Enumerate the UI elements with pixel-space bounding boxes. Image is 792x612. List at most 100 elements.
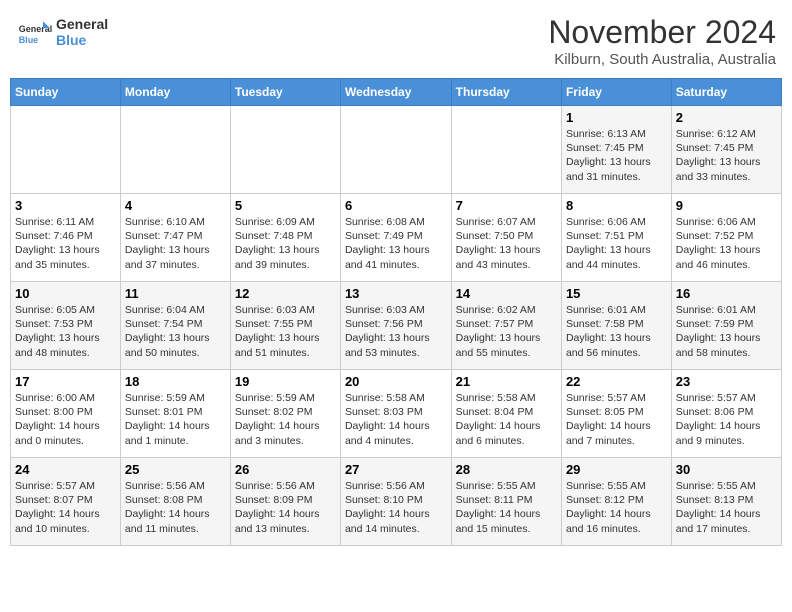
- calendar-cell: 7 Sunrise: 6:07 AMSunset: 7:50 PMDaylight…: [451, 194, 561, 282]
- calendar-cell: 2 Sunrise: 6:12 AMSunset: 7:45 PMDaylight…: [671, 106, 781, 194]
- calendar-cell: 6 Sunrise: 6:08 AMSunset: 7:49 PMDaylight…: [340, 194, 451, 282]
- calendar-cell: 5 Sunrise: 6:09 AMSunset: 7:48 PMDaylight…: [230, 194, 340, 282]
- day-info: Sunrise: 5:57 AMSunset: 8:05 PMDaylight:…: [566, 391, 667, 448]
- day-number: 9: [676, 198, 777, 213]
- calendar-cell: [451, 106, 561, 194]
- calendar-cell: [340, 106, 451, 194]
- day-info: Sunrise: 6:12 AMSunset: 7:45 PMDaylight:…: [676, 127, 777, 184]
- day-number: 13: [345, 286, 447, 301]
- day-info: Sunrise: 6:03 AMSunset: 7:56 PMDaylight:…: [345, 303, 447, 360]
- calendar-cell: 1Sunrise: 6:13 AMSunset: 7:45 PMDaylight…: [561, 106, 671, 194]
- day-number: 14: [456, 286, 557, 301]
- calendar-cell: 19Sunrise: 5:59 AMSunset: 8:02 PMDayligh…: [230, 370, 340, 458]
- calendar-cell: 20 Sunrise: 5:58 AMSunset: 8:03 PMDayligh…: [340, 370, 451, 458]
- day-number: 11: [125, 286, 226, 301]
- calendar-cell: [230, 106, 340, 194]
- day-number: 7: [456, 198, 557, 213]
- logo-icon: General Blue: [16, 14, 52, 50]
- calendar-cell: 28 Sunrise: 5:55 AMSunset: 8:11 PMDayligh…: [451, 458, 561, 546]
- header-sunday: Sunday: [11, 79, 121, 106]
- day-info: Sunrise: 6:04 AMSunset: 7:54 PMDaylight:…: [125, 303, 226, 360]
- title-block: November 2024 Kilburn, South Australia, …: [548, 14, 776, 68]
- header-wednesday: Wednesday: [340, 79, 451, 106]
- day-info: Sunrise: 6:08 AMSunset: 7:49 PMDaylight:…: [345, 215, 447, 272]
- day-info: Sunrise: 5:55 AMSunset: 8:11 PMDaylight:…: [456, 479, 557, 536]
- day-info: Sunrise: 5:57 AMSunset: 8:06 PMDaylight:…: [676, 391, 777, 448]
- day-info: Sunrise: 6:10 AMSunset: 7:47 PMDaylight:…: [125, 215, 226, 272]
- day-number: 1: [566, 110, 667, 125]
- calendar-cell: 26Sunrise: 5:56 AMSunset: 8:09 PMDayligh…: [230, 458, 340, 546]
- day-number: 25: [125, 462, 226, 477]
- day-info: Sunrise: 6:06 AMSunset: 7:51 PMDaylight:…: [566, 215, 667, 272]
- day-number: 23: [676, 374, 777, 389]
- calendar-cell: 9 Sunrise: 6:06 AMSunset: 7:52 PMDaylight…: [671, 194, 781, 282]
- day-number: 30: [676, 462, 777, 477]
- day-number: 10: [15, 286, 116, 301]
- day-number: 21: [456, 374, 557, 389]
- day-info: Sunrise: 5:56 AMSunset: 8:08 PMDaylight:…: [125, 479, 226, 536]
- day-number: 4: [125, 198, 226, 213]
- svg-text:Blue: Blue: [19, 35, 39, 45]
- calendar-cell: 25 Sunrise: 5:56 AMSunset: 8:08 PMDayligh…: [120, 458, 230, 546]
- header-friday: Friday: [561, 79, 671, 106]
- day-number: 12: [235, 286, 336, 301]
- calendar-cell: 22 Sunrise: 5:57 AMSunset: 8:05 PMDayligh…: [561, 370, 671, 458]
- day-number: 26: [235, 462, 336, 477]
- day-info: Sunrise: 6:01 AMSunset: 7:59 PMDaylight:…: [676, 303, 777, 360]
- calendar-cell: 11 Sunrise: 6:04 AMSunset: 7:54 PMDayligh…: [120, 282, 230, 370]
- day-info: Sunrise: 5:59 AMSunset: 8:02 PMDaylight:…: [235, 391, 336, 448]
- day-number: 5: [235, 198, 336, 213]
- day-number: 27: [345, 462, 447, 477]
- day-info: Sunrise: 5:56 AMSunset: 8:10 PMDaylight:…: [345, 479, 447, 536]
- calendar-cell: [11, 106, 121, 194]
- calendar-cell: 27 Sunrise: 5:56 AMSunset: 8:10 PMDayligh…: [340, 458, 451, 546]
- day-info: Sunrise: 5:58 AMSunset: 8:03 PMDaylight:…: [345, 391, 447, 448]
- calendar-week-2: 3Sunrise: 6:11 AMSunset: 7:46 PMDaylight…: [11, 194, 782, 282]
- calendar-cell: 3Sunrise: 6:11 AMSunset: 7:46 PMDaylight…: [11, 194, 121, 282]
- day-number: 2: [676, 110, 777, 125]
- header-thursday: Thursday: [451, 79, 561, 106]
- calendar-week-4: 17 Sunrise: 6:00 AMSunset: 8:00 PMDayligh…: [11, 370, 782, 458]
- calendar-week-3: 10 Sunrise: 6:05 AMSunset: 7:53 PMDayligh…: [11, 282, 782, 370]
- calendar-week-1: 1Sunrise: 6:13 AMSunset: 7:45 PMDaylight…: [11, 106, 782, 194]
- logo: General Blue General Blue: [16, 14, 108, 50]
- day-number: 29: [566, 462, 667, 477]
- day-info: Sunrise: 6:03 AMSunset: 7:55 PMDaylight:…: [235, 303, 336, 360]
- calendar-cell: 12 Sunrise: 6:03 AMSunset: 7:55 PMDayligh…: [230, 282, 340, 370]
- calendar-cell: [120, 106, 230, 194]
- day-info: Sunrise: 6:05 AMSunset: 7:53 PMDaylight:…: [15, 303, 116, 360]
- day-number: 3: [15, 198, 116, 213]
- day-info: Sunrise: 6:09 AMSunset: 7:48 PMDaylight:…: [235, 215, 336, 272]
- calendar-cell: 8Sunrise: 6:06 AMSunset: 7:51 PMDaylight…: [561, 194, 671, 282]
- day-number: 24: [15, 462, 116, 477]
- calendar-cell: 29 Sunrise: 5:55 AMSunset: 8:12 PMDayligh…: [561, 458, 671, 546]
- calendar-cell: 13 Sunrise: 6:03 AMSunset: 7:56 PMDayligh…: [340, 282, 451, 370]
- calendar-cell: 18 Sunrise: 5:59 AMSunset: 8:01 PMDayligh…: [120, 370, 230, 458]
- day-info: Sunrise: 5:57 AMSunset: 8:07 PMDaylight:…: [15, 479, 116, 536]
- calendar-cell: 15Sunrise: 6:01 AMSunset: 7:58 PMDayligh…: [561, 282, 671, 370]
- day-number: 6: [345, 198, 447, 213]
- header-saturday: Saturday: [671, 79, 781, 106]
- day-number: 17: [15, 374, 116, 389]
- month-title: November 2024: [548, 14, 776, 51]
- day-info: Sunrise: 6:06 AMSunset: 7:52 PMDaylight:…: [676, 215, 777, 272]
- page-header: General Blue General Blue November 2024 …: [10, 10, 782, 72]
- day-info: Sunrise: 6:07 AMSunset: 7:50 PMDaylight:…: [456, 215, 557, 272]
- calendar-cell: 4 Sunrise: 6:10 AMSunset: 7:47 PMDaylight…: [120, 194, 230, 282]
- calendar-cell: 16 Sunrise: 6:01 AMSunset: 7:59 PMDayligh…: [671, 282, 781, 370]
- day-number: 20: [345, 374, 447, 389]
- day-number: 16: [676, 286, 777, 301]
- day-info: Sunrise: 6:00 AMSunset: 8:00 PMDaylight:…: [15, 391, 116, 448]
- day-number: 18: [125, 374, 226, 389]
- location: Kilburn, South Australia, Australia: [548, 51, 776, 68]
- calendar-cell: 21Sunrise: 5:58 AMSunset: 8:04 PMDayligh…: [451, 370, 561, 458]
- calendar-table: SundayMondayTuesdayWednesdayThursdayFrid…: [10, 78, 782, 546]
- header-monday: Monday: [120, 79, 230, 106]
- day-number: 28: [456, 462, 557, 477]
- calendar-cell: 17 Sunrise: 6:00 AMSunset: 8:00 PMDayligh…: [11, 370, 121, 458]
- day-info: Sunrise: 5:55 AMSunset: 8:12 PMDaylight:…: [566, 479, 667, 536]
- day-info: Sunrise: 5:59 AMSunset: 8:01 PMDaylight:…: [125, 391, 226, 448]
- logo-blue: Blue: [56, 32, 108, 48]
- calendar-cell: 30Sunrise: 5:55 AMSunset: 8:13 PMDayligh…: [671, 458, 781, 546]
- day-number: 22: [566, 374, 667, 389]
